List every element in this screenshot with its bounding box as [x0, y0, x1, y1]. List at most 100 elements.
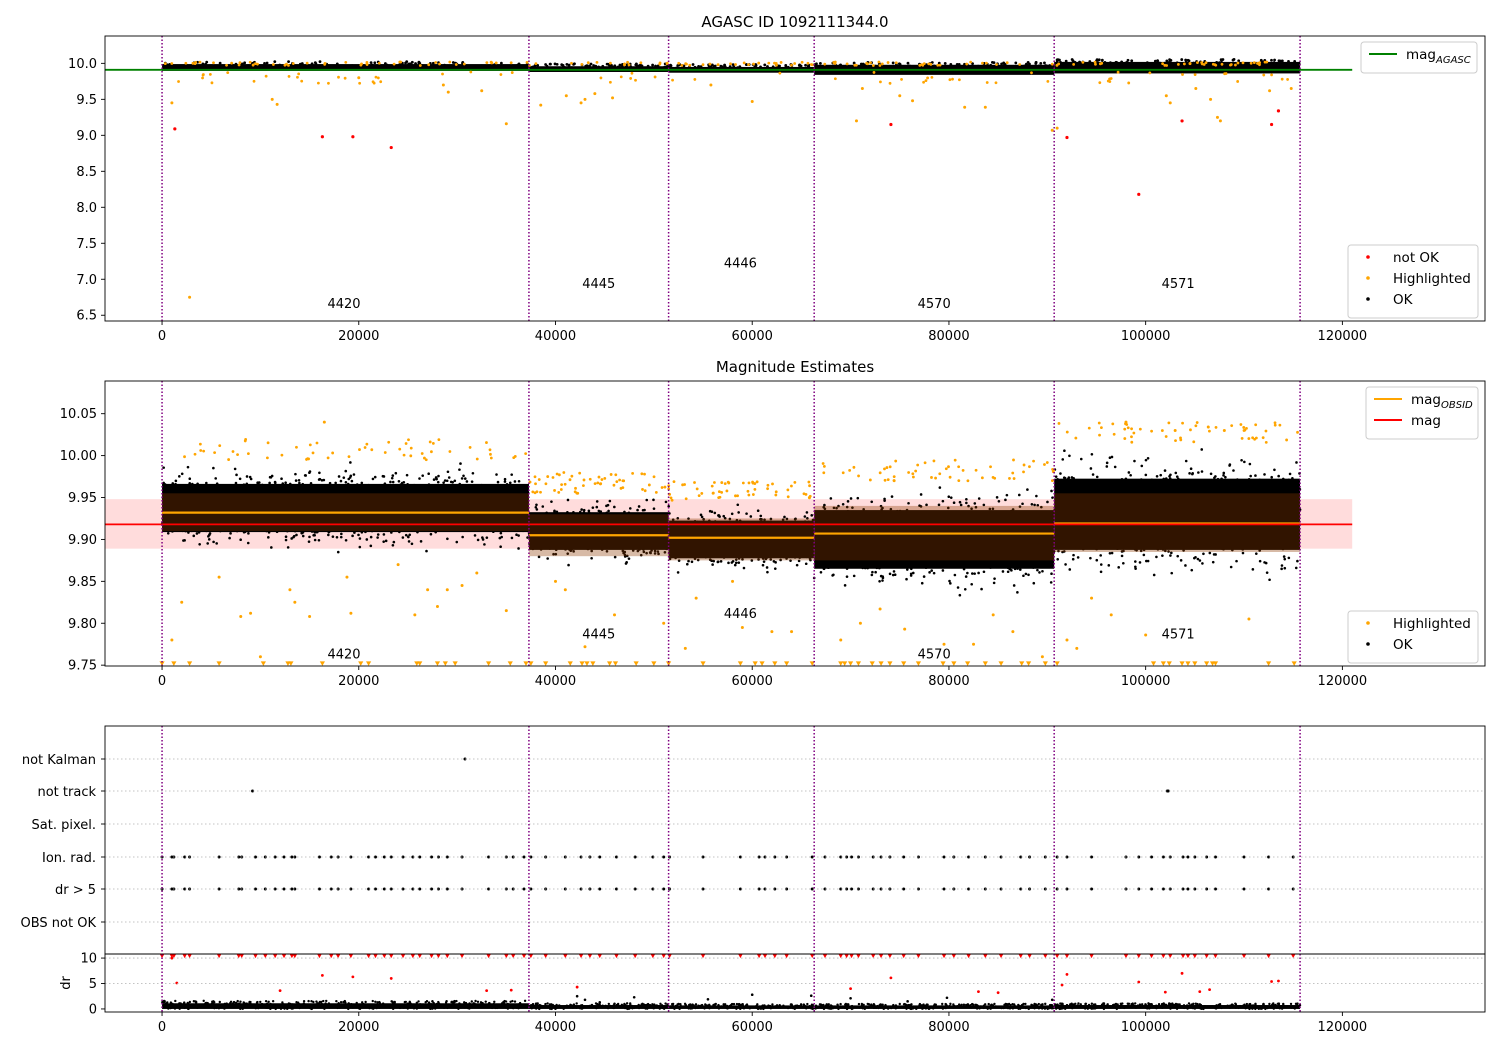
- highlighted-point: [969, 60, 973, 64]
- ok-point: [1283, 566, 1287, 570]
- ok-point: [210, 64, 214, 68]
- ok-point: [775, 66, 778, 70]
- highlighted-point: [337, 75, 340, 79]
- ok-point: [1146, 456, 1150, 460]
- ok-point: [429, 532, 433, 536]
- ok-point: [243, 61, 247, 65]
- ok-point: [437, 474, 440, 478]
- ok-point: [371, 477, 375, 481]
- highlighted-point: [677, 61, 681, 65]
- highlighted-point: [226, 71, 230, 75]
- ok-point: [589, 62, 593, 66]
- ok-point: [517, 479, 521, 483]
- ok-point: [348, 476, 352, 479]
- ok-point: [369, 535, 373, 539]
- ok-point: [1046, 500, 1049, 504]
- highlighted-point: [1081, 60, 1085, 64]
- ok-point: [1122, 561, 1125, 565]
- ok-point: [1165, 59, 1169, 63]
- plot-frame: [104, 35, 1486, 322]
- ok-point: [471, 471, 475, 475]
- ok-point: [1251, 568, 1255, 571]
- obsid-label: 4571: [1162, 277, 1195, 292]
- ok-point: [201, 62, 205, 66]
- highlighted-point: [1148, 71, 1152, 75]
- highlighted-point: [1168, 101, 1172, 105]
- highlighted-point: [880, 62, 884, 66]
- ok-point: [460, 477, 464, 480]
- ok-point: [690, 560, 694, 564]
- highlighted-point: [376, 76, 380, 80]
- ok-point: [229, 532, 232, 535]
- ok-point: [301, 534, 305, 538]
- ok-point: [803, 515, 807, 518]
- ok-point: [871, 570, 874, 574]
- highlighted-point: [1234, 63, 1237, 67]
- ok-point: [958, 593, 962, 597]
- ok-point: [294, 479, 298, 482]
- ok-point: [455, 540, 459, 544]
- ok-point: [567, 563, 570, 567]
- ok-point: [607, 509, 610, 513]
- ok-point: [391, 474, 395, 477]
- highlighted-point: [427, 63, 431, 67]
- highlighted-point: [1270, 73, 1273, 77]
- ok-point: [732, 65, 736, 69]
- highlighted-point: [627, 63, 631, 67]
- highlighted-point: [270, 97, 274, 101]
- ok-point: [238, 477, 242, 481]
- ok-point: [608, 499, 612, 503]
- ok-point: [958, 500, 962, 504]
- ok-point: [195, 64, 199, 68]
- not-ok-point: [320, 135, 324, 139]
- ok-point: [1000, 62, 1004, 66]
- highlighted-point: [981, 61, 984, 65]
- highlighted-point: [469, 70, 473, 74]
- legend-dot-marker: [1366, 297, 1370, 301]
- agasc-legend-upper: magAGASC: [1360, 41, 1478, 74]
- ok-point: [628, 66, 632, 70]
- ok-point: [461, 535, 464, 539]
- highlighted-point: [894, 61, 898, 65]
- not-ok-point: [889, 122, 893, 127]
- highlighted-point: [611, 96, 615, 100]
- ok-point: [1032, 581, 1036, 585]
- highlighted-point: [392, 62, 396, 66]
- ok-point: [947, 495, 951, 499]
- highlighted-point: [1046, 79, 1050, 83]
- highlighted-point: [1181, 73, 1184, 76]
- highlighted-point: [1236, 61, 1240, 65]
- highlighted-point: [1050, 62, 1054, 66]
- ok-point: [535, 503, 538, 507]
- ok-point: [384, 539, 388, 543]
- highlighted-point: [1215, 115, 1219, 119]
- ok-point: [1068, 568, 1072, 571]
- highlighted-point: [344, 60, 348, 64]
- ok-point: [959, 503, 963, 507]
- ok-point: [560, 63, 564, 67]
- ok-point: [166, 531, 170, 535]
- ok-point: [965, 501, 968, 505]
- highlighted-point: [237, 63, 241, 67]
- highlighted-point: [963, 105, 967, 109]
- ok-point: [691, 63, 695, 66]
- ok-point: [1035, 494, 1038, 498]
- ok-point: [846, 500, 850, 503]
- obsid-label: 4420: [327, 297, 360, 312]
- ok-point: [317, 478, 321, 481]
- ok-point: [304, 474, 307, 477]
- ok-point: [331, 535, 335, 538]
- highlighted-point: [845, 62, 849, 66]
- ok-point: [995, 496, 999, 499]
- ok-point: [431, 61, 435, 65]
- ok-point: [1107, 564, 1111, 567]
- ok-point: [1091, 473, 1095, 476]
- highlighted-point: [1164, 94, 1168, 98]
- highlighted-point: [198, 60, 202, 64]
- ok-point: [295, 533, 298, 537]
- ok-point: [970, 582, 974, 586]
- ok-point: [745, 512, 748, 515]
- highlighted-point: [708, 62, 712, 66]
- highlighted-point: [854, 119, 858, 123]
- ok-point: [481, 538, 485, 541]
